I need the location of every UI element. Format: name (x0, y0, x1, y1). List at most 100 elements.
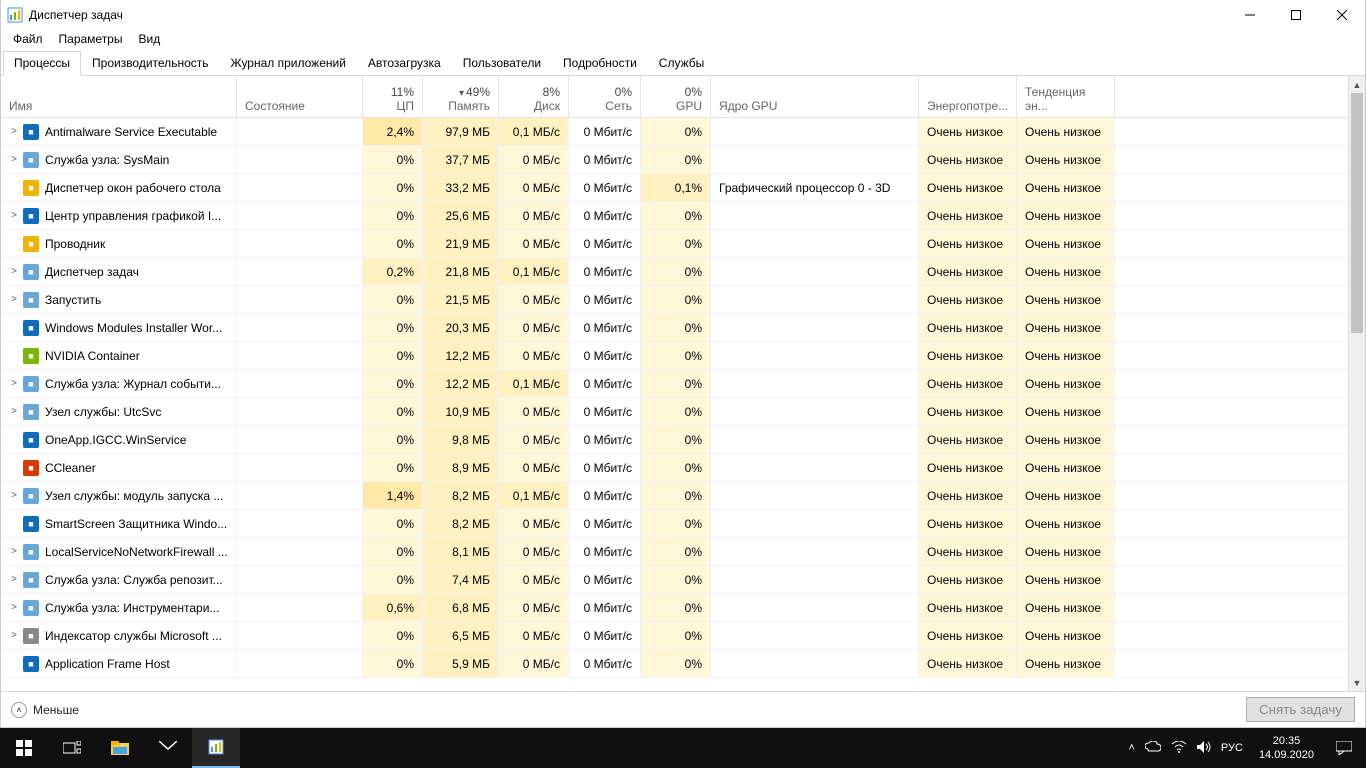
network-cell: 0 Мбит/с (569, 342, 641, 369)
tray-chevron-icon[interactable]: ˄ (1128, 742, 1134, 754)
col-cpu[interactable]: 11%ЦП (363, 76, 423, 117)
cpu-cell: 2,4% (363, 118, 423, 145)
table-row[interactable]: ■OneApp.IGCC.WinService0%9,8 МБ0 МБ/с0 М… (1, 426, 1365, 454)
table-row[interactable]: ■Windows Modules Installer Wor...0%20,3 … (1, 314, 1365, 342)
power-cell: Очень низкое (919, 174, 1017, 201)
tab-startup[interactable]: Автозагрузка (357, 51, 452, 76)
col-disk[interactable]: 8%Диск (499, 76, 569, 117)
col-gpu[interactable]: 0%GPU (641, 76, 711, 117)
titlebar[interactable]: Диспетчер задач (1, 0, 1365, 30)
fewer-details-button[interactable]: ˄ Меньше (11, 702, 79, 718)
scroll-up-icon[interactable]: ▲ (1349, 76, 1365, 93)
cpu-cell: 0% (363, 314, 423, 341)
wifi-icon[interactable] (1171, 741, 1187, 756)
task-view-button[interactable] (48, 728, 96, 768)
tab-performance[interactable]: Производительность (81, 51, 219, 76)
clock-date: 14.09.2020 (1259, 748, 1314, 762)
onedrive-icon[interactable] (1145, 741, 1161, 756)
col-state[interactable]: Состояние (237, 76, 363, 117)
expand-icon[interactable]: > (9, 126, 19, 137)
scroll-down-icon[interactable]: ▼ (1349, 674, 1365, 691)
clock[interactable]: 20:35 14.09.2020 (1251, 734, 1322, 762)
col-network[interactable]: 0%Сеть (569, 76, 641, 117)
power-trend-cell: Очень низкое (1017, 482, 1115, 509)
table-row[interactable]: >■Служба узла: SysMain0%37,7 МБ0 МБ/с0 М… (1, 146, 1365, 174)
mail-taskbar-icon[interactable] (144, 728, 192, 768)
col-memory[interactable]: 49%Память (423, 76, 499, 117)
maximize-button[interactable] (1273, 0, 1319, 30)
process-icon: ■ (23, 292, 39, 308)
gpu-engine-cell (711, 286, 919, 313)
col-name[interactable]: Имя (1, 76, 237, 117)
col-gpu-engine[interactable]: Ядро GPU (711, 76, 919, 117)
tab-processes[interactable]: Процессы (3, 51, 81, 76)
gpu-engine-cell (711, 426, 919, 453)
power-cell: Очень низкое (919, 510, 1017, 537)
table-row[interactable]: ■NVIDIA Container0%12,2 МБ0 МБ/с0 Мбит/с… (1, 342, 1365, 370)
process-table: Имя Состояние 11%ЦП 49%Память 8%Диск 0%С… (1, 76, 1365, 691)
task-manager-taskbar-icon[interactable] (192, 728, 240, 768)
tab-details[interactable]: Подробности (552, 51, 648, 76)
close-button[interactable] (1319, 0, 1365, 30)
process-icon: ■ (23, 656, 39, 672)
table-row[interactable]: >■Узел службы: модуль запуска ...1,4%8,2… (1, 482, 1365, 510)
expand-icon[interactable]: > (9, 154, 19, 165)
expand-icon[interactable]: > (9, 406, 19, 417)
tab-users[interactable]: Пользователи (452, 51, 552, 76)
cpu-cell: 0% (363, 566, 423, 593)
expand-icon[interactable]: > (9, 602, 19, 613)
table-row[interactable]: >■Узел службы: UtcSvc0%10,9 МБ0 МБ/с0 Мб… (1, 398, 1365, 426)
table-row[interactable]: >■Служба узла: Служба репозит...0%7,4 МБ… (1, 566, 1365, 594)
cpu-cell: 0% (363, 370, 423, 397)
table-row[interactable]: ■Диспетчер окон рабочего стола0%33,2 МБ0… (1, 174, 1365, 202)
menu-file[interactable]: Файл (5, 30, 51, 48)
expand-icon[interactable]: > (9, 490, 19, 501)
minimize-button[interactable] (1227, 0, 1273, 30)
menu-view[interactable]: Вид (130, 30, 168, 48)
system-tray[interactable]: ˄ РУС (1120, 741, 1250, 756)
network-cell: 0 Мбит/с (569, 454, 641, 481)
expand-icon[interactable]: > (9, 574, 19, 585)
table-row[interactable]: ■SmartScreen Защитника Windo...0%8,2 МБ0… (1, 510, 1365, 538)
menu-options[interactable]: Параметры (51, 30, 131, 48)
table-row[interactable]: >■Центр управления графикой I...0%25,6 М… (1, 202, 1365, 230)
expand-icon[interactable]: > (9, 378, 19, 389)
cpu-cell: 0% (363, 454, 423, 481)
tab-services[interactable]: Службы (648, 51, 715, 76)
table-row[interactable]: ■Проводник0%21,9 МБ0 МБ/с0 Мбит/с0%Очень… (1, 230, 1365, 258)
table-row[interactable]: ■Application Frame Host0%5,9 МБ0 МБ/с0 М… (1, 650, 1365, 678)
disk-cell: 0,1 МБ/с (499, 258, 569, 285)
language-indicator[interactable]: РУС (1221, 742, 1243, 754)
expand-icon[interactable]: > (9, 294, 19, 305)
expand-icon[interactable]: > (9, 266, 19, 277)
table-row[interactable]: >■Индексатор службы Microsoft ...0%6,5 М… (1, 622, 1365, 650)
table-row[interactable]: >■Запустить0%21,5 МБ0 МБ/с0 Мбит/с0%Очен… (1, 286, 1365, 314)
process-icon: ■ (23, 432, 39, 448)
table-row[interactable]: >■Диспетчер задач0,2%21,8 МБ0,1 МБ/с0 Мб… (1, 258, 1365, 286)
table-row[interactable]: >■LocalServiceNoNetworkFirewall ...0%8,1… (1, 538, 1365, 566)
expand-icon[interactable]: > (9, 210, 19, 221)
volume-icon[interactable] (1197, 741, 1211, 756)
network-cell: 0 Мбит/с (569, 174, 641, 201)
table-row[interactable]: >■Antimalware Service Executable2,4%97,9… (1, 118, 1365, 146)
vertical-scrollbar[interactable]: ▲ ▼ (1348, 76, 1365, 691)
process-name-cell: >■Служба узла: Служба репозит... (1, 566, 237, 593)
process-name-cell: >■Служба узла: Инструментари... (1, 594, 237, 621)
tab-app-history[interactable]: Журнал приложений (220, 51, 357, 76)
taskbar[interactable]: ˄ РУС 20:35 14.09.2020 (0, 728, 1366, 768)
col-power-trend[interactable]: Тенденция эн... (1017, 76, 1115, 117)
table-row[interactable]: ■CCleaner0%8,9 МБ0 МБ/с0 Мбит/с0%Очень н… (1, 454, 1365, 482)
expand-icon[interactable]: > (9, 546, 19, 557)
col-power[interactable]: Энергопотре... (919, 76, 1017, 117)
expand-icon[interactable]: > (9, 630, 19, 641)
table-row[interactable]: >■Служба узла: Журнал событи...0%12,2 МБ… (1, 370, 1365, 398)
power-cell: Очень низкое (919, 370, 1017, 397)
end-task-button[interactable]: Снять задачу (1246, 697, 1355, 722)
action-center-button[interactable] (1322, 728, 1366, 768)
table-row[interactable]: >■Служба узла: Инструментари...0,6%6,8 М… (1, 594, 1365, 622)
start-button[interactable] (0, 728, 48, 768)
process-icon: ■ (23, 208, 39, 224)
explorer-taskbar-icon[interactable] (96, 728, 144, 768)
state-cell (237, 398, 363, 425)
scroll-thumb[interactable] (1351, 93, 1363, 333)
